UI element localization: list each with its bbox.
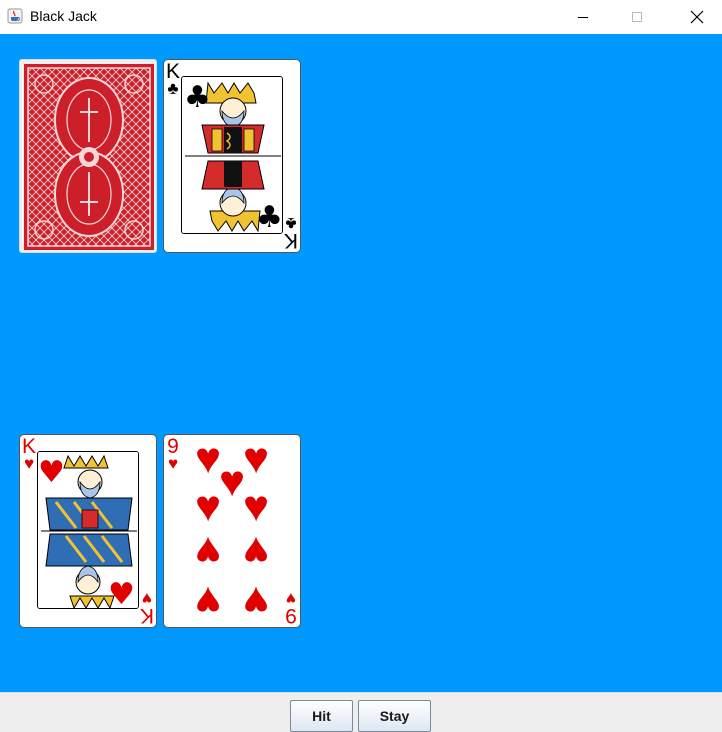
action-bar: Hit Stay bbox=[0, 692, 722, 732]
close-icon bbox=[690, 10, 704, 24]
heart-pip-icon: ♥ bbox=[194, 482, 222, 531]
game-table: K ♣ ♣ ♣ K ♣ K ♥ ♥ ♥ K ♥ 9 ♥ ♥ ♥ ♥ ♥ ♥ ♥ … bbox=[0, 34, 722, 692]
maximize-icon bbox=[632, 12, 642, 22]
close-button[interactable] bbox=[674, 0, 720, 34]
dealer-card-king-of-clubs: K ♣ ♣ ♣ K ♣ bbox=[163, 59, 301, 253]
svg-text:♣: ♣ bbox=[256, 200, 283, 234]
heart-suit-icon: ♥ bbox=[167, 454, 179, 473]
heart-suit-icon: ♥ bbox=[23, 454, 35, 473]
card-corner-bottom: K ♣ bbox=[283, 214, 299, 252]
card-back-pattern bbox=[20, 60, 156, 252]
player-card-nine-of-hearts: 9 ♥ ♥ ♥ ♥ ♥ ♥ ♥ ♥ ♥ ♥ 9 ♥ bbox=[163, 434, 301, 628]
hit-button[interactable]: Hit bbox=[290, 700, 353, 732]
card-corner-top: K ♥ bbox=[21, 436, 37, 473]
heart-pip-icon: ♥ bbox=[242, 527, 270, 576]
card-corner-top: K ♣ bbox=[165, 61, 181, 98]
card-corner-bottom: 9 ♥ bbox=[283, 589, 299, 627]
title-bar: Black Jack bbox=[0, 0, 722, 34]
heart-pip-icon: ♥ bbox=[242, 577, 270, 626]
svg-text:♣: ♣ bbox=[184, 80, 211, 115]
club-suit-icon: ♣ bbox=[167, 79, 179, 98]
player-card-king-of-hearts: K ♥ ♥ ♥ K ♥ bbox=[19, 434, 157, 628]
king-face-art: ♥ ♥ bbox=[37, 451, 139, 609]
maximize-button[interactable] bbox=[614, 0, 660, 34]
java-cup-icon bbox=[7, 8, 23, 24]
minimize-icon bbox=[578, 17, 588, 18]
card-corner-bottom: K ♥ bbox=[139, 589, 155, 627]
stay-button[interactable]: Stay bbox=[358, 700, 431, 732]
heart-pip-icon: ♥ bbox=[242, 482, 270, 531]
svg-text:♥: ♥ bbox=[108, 577, 135, 609]
heart-pip-icon: ♥ bbox=[194, 527, 222, 576]
svg-text:♥: ♥ bbox=[38, 455, 65, 490]
king-face-art: ♣ ♣ bbox=[181, 76, 283, 234]
dealer-card-back bbox=[19, 59, 157, 253]
window-title: Black Jack bbox=[30, 8, 97, 24]
minimize-button[interactable] bbox=[560, 0, 606, 34]
heart-pip-icon: ♥ bbox=[194, 577, 222, 626]
card-corner-top: 9 ♥ bbox=[165, 436, 181, 473]
